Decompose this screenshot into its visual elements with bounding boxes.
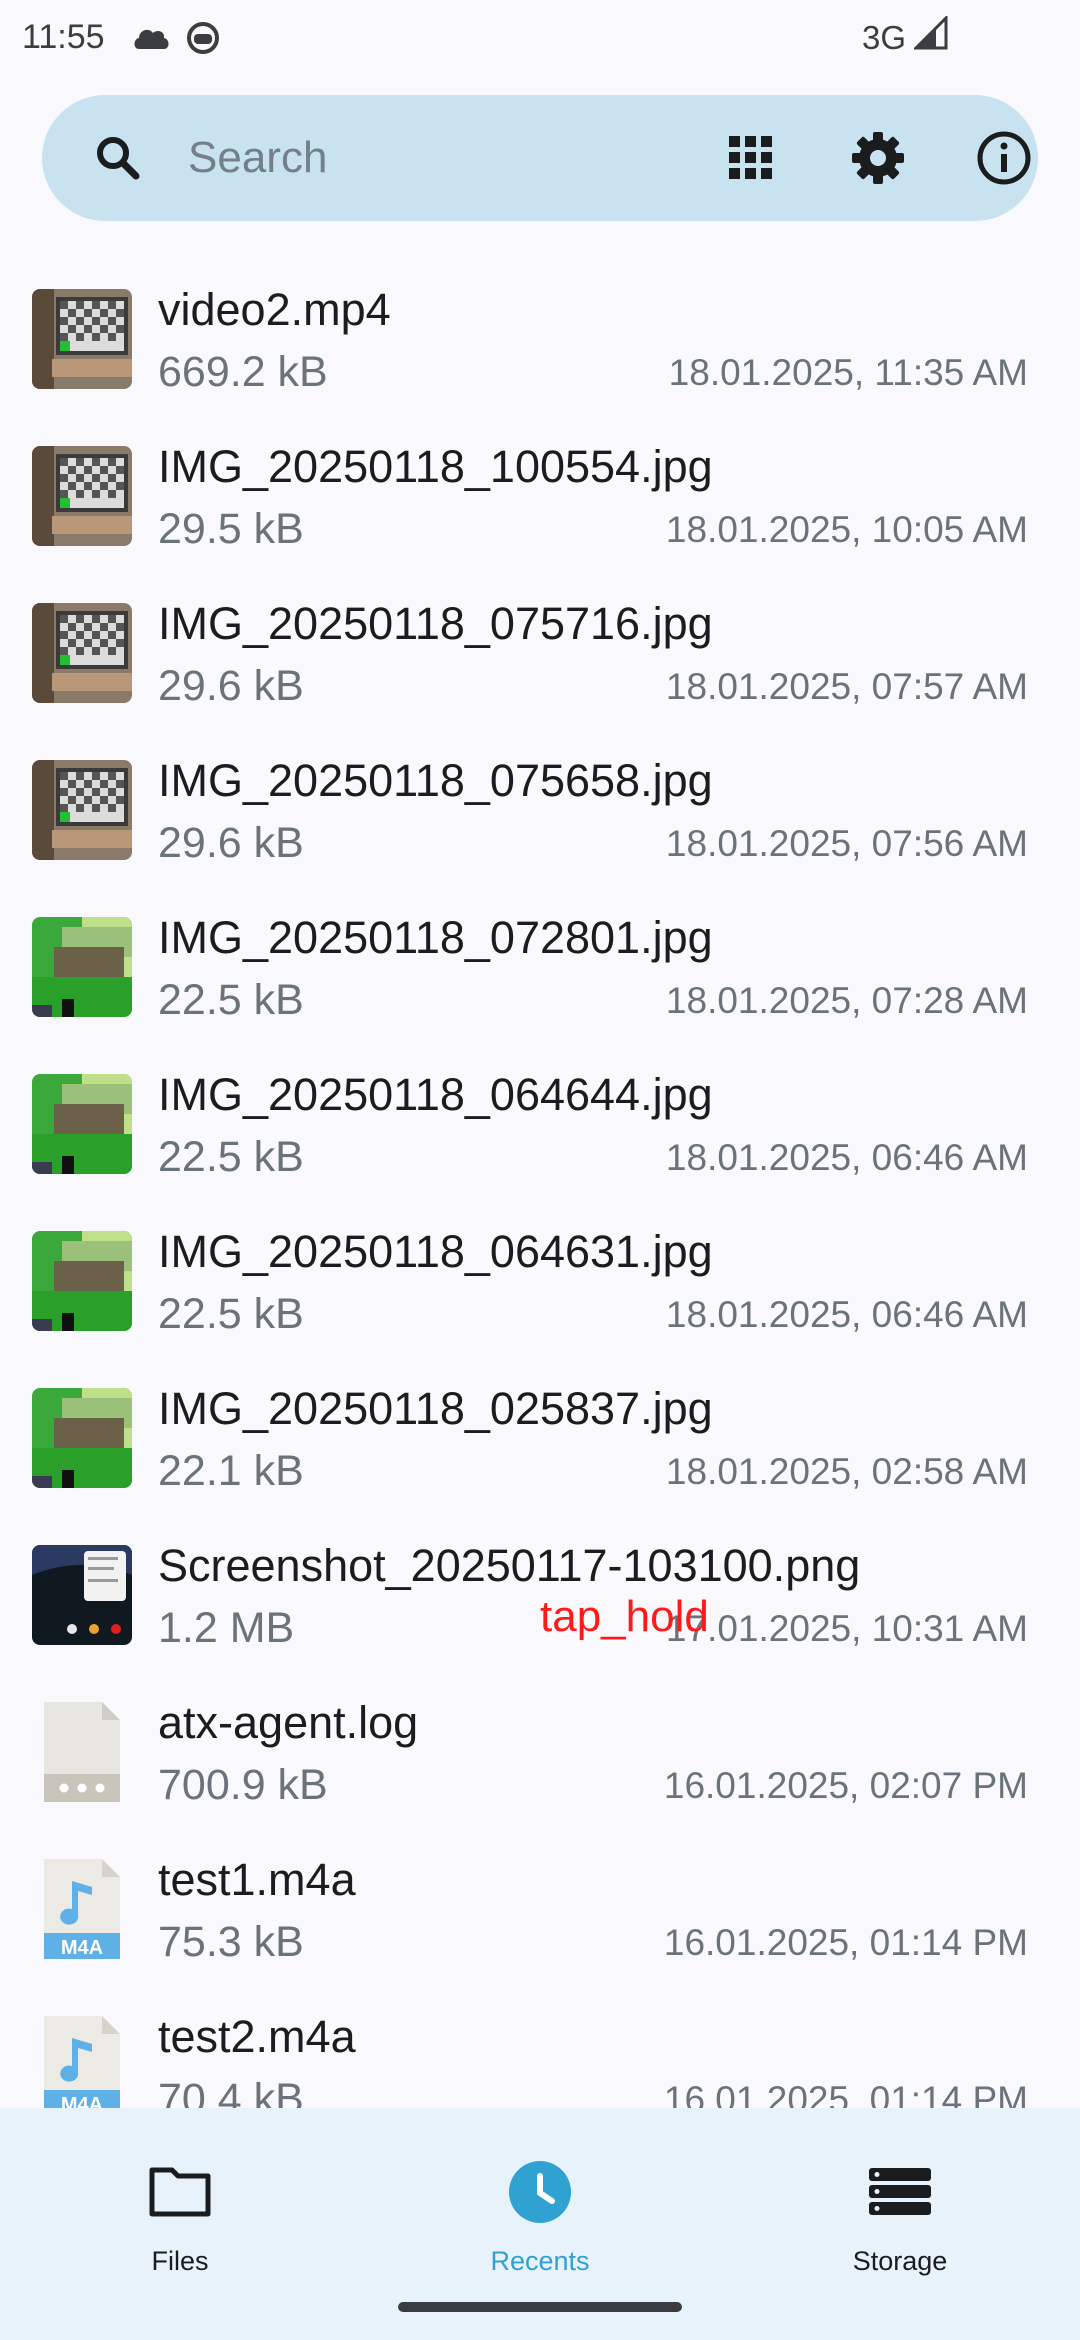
folder-icon: [70, 2152, 290, 2232]
file-name: IMG_20250118_100554.jpg: [158, 441, 713, 492]
file-date: 16.01.2025, 01:14 PM: [663, 2079, 1028, 2108]
file-size: 22.5 kB: [158, 1133, 304, 1181]
file-date: 17.01.2025, 10:31 AM: [665, 1608, 1028, 1649]
file-name: IMG_20250118_064631.jpg: [158, 1226, 713, 1277]
file-row[interactable]: video2.mp4 669.2 kB 18.01.2025, 11:35 AM: [0, 276, 1080, 433]
status-bar: 11:55 3G: [0, 0, 1080, 75]
file-name: video2.mp4: [158, 284, 391, 335]
gesture-label: tap_hold: [540, 1592, 709, 1641]
file-name: IMG_20250118_064644.jpg: [158, 1069, 713, 1120]
file-name: Screenshot_20250117-103100.png: [158, 1540, 861, 1591]
info-icon[interactable]: [974, 128, 1034, 188]
file-name: IMG_20250118_075716.jpg: [158, 598, 713, 649]
file-date: 16.01.2025, 02:07 PM: [663, 1765, 1028, 1806]
file-size: 29.6 kB: [158, 819, 304, 867]
room-thumbnail: [32, 603, 132, 703]
file-size: 700.9 kB: [158, 1761, 328, 1809]
file-row[interactable]: IMG_20250118_075716.jpg 29.6 kB 18.01.20…: [0, 590, 1080, 747]
file-size: 22.5 kB: [158, 1290, 304, 1338]
file-size: 22.5 kB: [158, 976, 304, 1024]
file-row[interactable]: M4A test2.m4a 70.4 kB 16.01.2025, 01:14 …: [0, 2003, 1080, 2108]
network-type: 3G: [861, 18, 906, 56]
document-icon: [32, 1702, 132, 1802]
android-icon: [185, 20, 221, 56]
green-thumbnail: [32, 1231, 132, 1331]
status-time: 11:55: [22, 18, 105, 56]
file-size: 29.6 kB: [158, 662, 304, 710]
search-input[interactable]: [188, 123, 668, 193]
file-size: 75.3 kB: [158, 1918, 304, 1966]
m4a-icon: M4A: [32, 2016, 132, 2108]
file-name: test2.m4a: [158, 2011, 356, 2062]
cloud-icon: [131, 23, 171, 53]
file-date: 18.01.2025, 06:46 AM: [665, 1137, 1028, 1178]
file-date: 18.01.2025, 02:58 AM: [665, 1451, 1028, 1492]
file-size: 70.4 kB: [158, 2075, 304, 2108]
search-bar[interactable]: [42, 95, 1038, 221]
nav-storage[interactable]: Storage: [790, 2152, 1010, 2292]
file-name: IMG_20250118_075658.jpg: [158, 755, 713, 806]
file-row[interactable]: IMG_20250118_025837.jpg 22.1 kB 18.01.20…: [0, 1375, 1080, 1532]
storage-icon: [790, 2152, 1010, 2232]
nav-recents[interactable]: Recents: [430, 2152, 650, 2292]
file-row[interactable]: IMG_20250118_075658.jpg 29.6 kB 18.01.20…: [0, 747, 1080, 904]
file-row[interactable]: atx-agent.log 700.9 kB 16.01.2025, 02:07…: [0, 1689, 1080, 1846]
svg-text:M4A: M4A: [61, 2094, 103, 2108]
file-date: 18.01.2025, 07:57 AM: [665, 666, 1028, 707]
file-size: 29.5 kB: [158, 505, 304, 553]
file-date: 18.01.2025, 06:46 AM: [665, 1294, 1028, 1335]
file-row[interactable]: IMG_20250118_100554.jpg 29.5 kB 18.01.20…: [0, 433, 1080, 590]
file-row[interactable]: IMG_20250118_064644.jpg 22.5 kB 18.01.20…: [0, 1061, 1080, 1218]
file-name: atx-agent.log: [158, 1697, 419, 1748]
signal-icon: [912, 14, 948, 59]
grid-icon[interactable]: [721, 128, 781, 188]
file-size: 22.1 kB: [158, 1447, 304, 1495]
file-name: IMG_20250118_025837.jpg: [158, 1383, 713, 1434]
clock-icon: [430, 2152, 650, 2232]
file-date: 18.01.2025, 07:56 AM: [665, 823, 1028, 864]
green-thumbnail: [32, 1074, 132, 1174]
room-thumbnail: [32, 289, 132, 389]
file-size: 1.2 MB: [158, 1604, 295, 1652]
file-row[interactable]: IMG_20250118_072801.jpg 22.5 kB 18.01.20…: [0, 904, 1080, 1061]
nav-label: Storage: [852, 2246, 948, 2276]
file-size: 669.2 kB: [158, 348, 328, 396]
file-date: 18.01.2025, 07:28 AM: [665, 980, 1028, 1021]
room-thumbnail: [32, 446, 132, 546]
home-indicator[interactable]: [398, 2302, 682, 2312]
gear-icon[interactable]: [848, 128, 908, 188]
nav-label: Recents: [490, 2246, 590, 2276]
room-thumbnail: [32, 760, 132, 860]
green-thumbnail: [32, 1388, 132, 1488]
file-name: test1.m4a: [158, 1854, 356, 1905]
file-date: 18.01.2025, 10:05 AM: [665, 509, 1028, 550]
recent-files-list[interactable]: video2.mp4 669.2 kB 18.01.2025, 11:35 AM…: [0, 276, 1080, 2108]
search-icon[interactable]: [88, 128, 148, 188]
file-date: 18.01.2025, 11:35 AM: [668, 352, 1028, 393]
svg-text:M4A: M4A: [61, 1937, 103, 1959]
nav-files[interactable]: Files: [70, 2152, 290, 2292]
green-thumbnail: [32, 917, 132, 1017]
screenshot-thumbnail: [32, 1545, 132, 1645]
file-row[interactable]: IMG_20250118_064631.jpg 22.5 kB 18.01.20…: [0, 1218, 1080, 1375]
file-date: 16.01.2025, 01:14 PM: [663, 1922, 1028, 1963]
file-row[interactable]: M4A test1.m4a 75.3 kB 16.01.2025, 01:14 …: [0, 1846, 1080, 2003]
nav-label: Files: [151, 2246, 209, 2276]
file-name: IMG_20250118_072801.jpg: [158, 912, 713, 963]
m4a-icon: M4A: [32, 1859, 132, 1959]
